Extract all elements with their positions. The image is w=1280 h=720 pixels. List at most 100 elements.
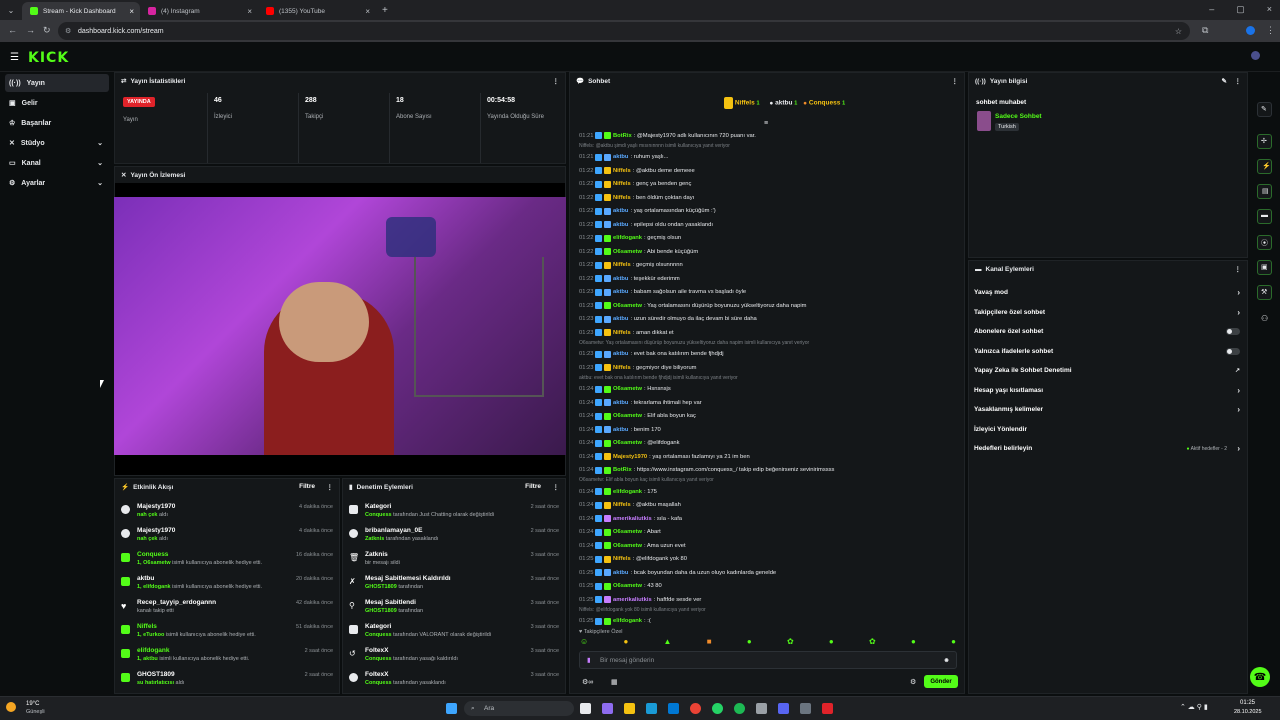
taskbar-search[interactable]: ⌕ Ara	[464, 701, 574, 716]
tab-instagram[interactable]: (4) Instagram ×	[140, 2, 258, 20]
forward-icon[interactable]: →	[26, 25, 35, 35]
chat-username[interactable]: elifdogank	[613, 618, 642, 624]
new-tab-button[interactable]: +	[382, 5, 388, 16]
action-subscribers-only[interactable]: Abonelere özel sohbet	[969, 322, 1247, 342]
profile-avatar-icon[interactable]	[1246, 26, 1255, 35]
whatsapp-icon[interactable]	[712, 703, 723, 714]
chat-username[interactable]: Niffels	[613, 365, 631, 371]
file-explorer-icon[interactable]	[624, 703, 635, 714]
chat-username[interactable]: Niffels	[613, 181, 631, 187]
emotes-only-toggle[interactable]	[1226, 347, 1240, 355]
tool-edit-button[interactable]: ✎	[1257, 102, 1272, 117]
mic-icon[interactable]: ▮	[587, 656, 591, 664]
emote-icon[interactable]: ▲	[664, 637, 672, 651]
back-icon[interactable]: ←	[8, 25, 17, 35]
tool-button[interactable]: ⦿	[1257, 235, 1272, 250]
chat-username[interactable]: aktbu	[613, 427, 628, 433]
chat-username[interactable]: O6sametw	[613, 303, 642, 309]
chat-username[interactable]: O6sametw	[613, 529, 642, 535]
close-tab-icon[interactable]: ×	[247, 7, 252, 16]
chat-username[interactable]: aktbu	[613, 154, 628, 160]
chat-username[interactable]: amerikaliutkis	[613, 516, 652, 522]
chat-username[interactable]: O6sametw	[613, 440, 642, 446]
tab-search-icon[interactable]: ⌄	[0, 6, 22, 15]
app-icon[interactable]	[800, 703, 811, 714]
maximize-icon[interactable]: ▢	[1236, 4, 1245, 15]
chat-username[interactable]: O6sametw	[613, 249, 642, 255]
pinned-collapse-icon[interactable]: ≡	[764, 120, 768, 127]
chat-username[interactable]: O6sametw	[613, 583, 642, 589]
tool-button[interactable]: ✢	[1257, 134, 1272, 149]
stream-video-player[interactable]	[114, 197, 566, 455]
chat-username[interactable]: BotRix	[613, 467, 632, 473]
edit-icon[interactable]: ✎	[1222, 77, 1227, 85]
connections-icon[interactable]: ⚇	[1261, 314, 1268, 323]
chat-username[interactable]: aktbu	[613, 400, 628, 406]
send-button[interactable]: Gönder	[924, 675, 958, 688]
chat-username[interactable]: Niffels	[613, 168, 631, 174]
app-icon[interactable]	[822, 703, 833, 714]
chat-username[interactable]: aktbu	[613, 570, 628, 576]
chat-username[interactable]: elifdogank	[613, 235, 642, 241]
action-ai-moderation[interactable]: Yapay Zeka ile Sohbet Denetimi ↗	[969, 361, 1247, 381]
chat-username[interactable]: aktbu	[613, 316, 628, 322]
chat-username[interactable]: aktbu	[613, 222, 628, 228]
chat-username[interactable]: BotRix	[613, 133, 632, 139]
chat-username[interactable]: Niffels	[613, 556, 631, 562]
more-options-icon[interactable]: ⋮	[553, 77, 560, 85]
chat-username[interactable]: elifdogank	[613, 489, 642, 495]
tool-button[interactable]: ▬	[1257, 209, 1272, 224]
store-icon[interactable]	[668, 703, 679, 714]
tool-button[interactable]: ⚡	[1257, 159, 1272, 174]
action-followers-only[interactable]: Takipçilere özel sohbet ›	[969, 303, 1247, 323]
chat-username[interactable]: Niffels	[613, 195, 631, 201]
sidebar-item-gelir[interactable]: ▣ Gelir	[5, 94, 109, 112]
chat-settings-icon[interactable]: ⚙	[910, 678, 916, 686]
tab-youtube[interactable]: (1355) YouTube ×	[258, 2, 376, 20]
sidebar-item-kanal[interactable]: ▭ Kanal ⌄	[5, 154, 109, 172]
chat-username[interactable]: O6sametw	[613, 543, 642, 549]
action-slow-mode[interactable]: Yavaş mod ›	[969, 283, 1247, 303]
system-tray-icons[interactable]: ⌃ ☁ ⚲ ▮	[1180, 703, 1208, 711]
category-name[interactable]: Sadece Sohbet	[995, 113, 1042, 120]
tool-button[interactable]: ⚒	[1257, 285, 1272, 300]
chat-username[interactable]: O6sametw	[613, 386, 642, 392]
spotify-icon[interactable]	[734, 703, 745, 714]
emote-icon[interactable]: ●	[829, 637, 834, 651]
sidebar-item-yayin[interactable]: ((·)) Yayın	[5, 74, 109, 92]
more-options-icon[interactable]: ⋮	[1235, 265, 1242, 273]
chat-username[interactable]: amerikaliutkis	[613, 597, 652, 603]
close-tab-icon[interactable]: ×	[365, 7, 370, 16]
chat-tools-icon[interactable]: ⚙∞	[582, 678, 593, 686]
action-account-age[interactable]: Hesap yaşı kısıtlaması ›	[969, 381, 1247, 401]
sidebar-item-basarilar[interactable]: ♔ Başarılar	[5, 114, 109, 132]
chat-username[interactable]: aktbu	[613, 351, 628, 357]
chat-username[interactable]: Niffels	[613, 262, 631, 268]
emote-icon[interactable]: ■	[707, 637, 712, 651]
chat-username[interactable]: aktbu	[613, 208, 628, 214]
windows-start-icon[interactable]	[446, 703, 457, 714]
reload-icon[interactable]: ↻	[43, 25, 51, 36]
tab-kick-dashboard[interactable]: Stream - Kick Dashboard ×	[22, 2, 140, 20]
emote-icon[interactable]: ☺	[580, 637, 588, 651]
sidebar-item-ayarlar[interactable]: ⚙ Ayarlar ⌄	[5, 174, 109, 192]
filter-button[interactable]: Filtre	[525, 483, 541, 490]
sidebar-item-studyo[interactable]: ✕ Stüdyo ⌄	[5, 134, 109, 152]
emote-icon[interactable]: ✿	[869, 637, 876, 651]
chat-username[interactable]: Niffels	[613, 330, 631, 336]
action-goals[interactable]: Hedefleri belirleyin ● Aktif hedefler - 2…	[969, 439, 1247, 459]
app-icon[interactable]	[756, 703, 767, 714]
emote-icon[interactable]: ●	[951, 637, 956, 651]
discord-icon[interactable]	[778, 703, 789, 714]
minimize-icon[interactable]: –	[1209, 4, 1214, 15]
address-bar[interactable]: ⚙ dashboard.kick.com/stream ☆	[58, 22, 1190, 40]
action-host-viewers[interactable]: İzleyici Yönlendir	[969, 420, 1247, 440]
bookmark-star-icon[interactable]: ☆	[1175, 27, 1182, 36]
site-info-icon[interactable]: ⚙	[65, 27, 71, 35]
chat-username[interactable]: Niffels	[613, 502, 631, 508]
menu-dots-icon[interactable]: ⋮	[1266, 25, 1275, 36]
chat-rules-icon[interactable]: ▦	[611, 678, 618, 686]
more-options-icon[interactable]: ⋮	[1235, 77, 1242, 85]
chat-username[interactable]: aktbu	[613, 289, 628, 295]
emote-icon[interactable]: ●	[911, 637, 916, 651]
